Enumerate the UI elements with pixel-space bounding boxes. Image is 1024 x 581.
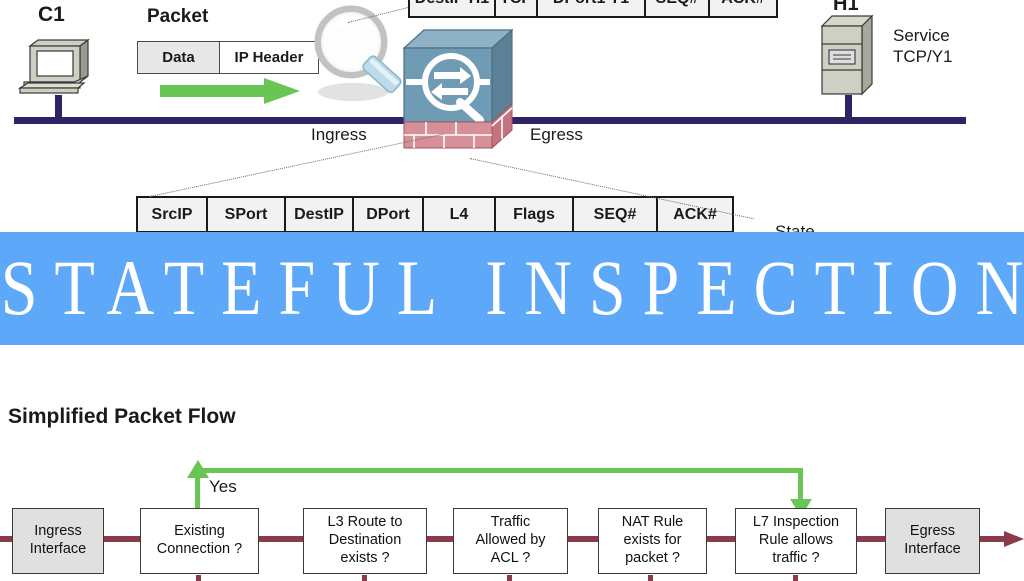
server-tower-icon <box>820 14 874 96</box>
server-trunk-stem <box>845 95 852 121</box>
flow-box-label: Ingress Interface <box>30 523 86 558</box>
flow-box-egress-interface[interactable]: Egress Interface <box>885 508 980 574</box>
client-label: C1 <box>38 3 65 26</box>
packet-header-tuple-cell-4: ACK# <box>710 0 776 16</box>
banner-title: STATEFUL INSPECTION <box>0 244 1024 331</box>
flow-box-nat-rule[interactable]: NAT Rule exists for packet ? <box>598 508 707 574</box>
flow-box-label: Egress Interface <box>904 523 960 558</box>
yes-branch-horizontal <box>195 468 803 473</box>
desktop-computer-icon <box>18 38 90 94</box>
flow-box-label-line-1: Rule allows <box>758 532 834 549</box>
packet-header-tuple: DestIP H1TCPDPort1 Y1SEQ#ACK# <box>408 0 778 18</box>
client-trunk-stem <box>55 95 62 121</box>
state-table-cell-6: SEQ# <box>574 198 658 231</box>
flow-box-label: L3 Route to Destination exists ? <box>328 514 403 567</box>
flow-box-label: NAT Rule exists for packet ? <box>622 514 684 567</box>
flow-box-label-line-0: Existing <box>174 523 225 540</box>
yes-branch-up-arrow-icon <box>187 460 209 478</box>
packet-header-tuple-cell-1: TCP <box>496 0 538 16</box>
flow-box-label-line-0: Ingress <box>34 523 82 540</box>
service-label-line1: Service <box>893 26 950 45</box>
state-table-cell-5: Flags <box>496 198 574 231</box>
flow-box-label-line-1: Destination <box>328 532 402 549</box>
flow-connector-5 <box>707 536 735 542</box>
flow-stem-l3-route <box>362 575 367 581</box>
packet-box: Data IP Header <box>137 41 319 74</box>
flow-connector-6 <box>857 536 885 542</box>
flow-stem-l7 <box>793 575 798 581</box>
packet-header-tuple-cell-2: DPort1 Y1 <box>538 0 646 16</box>
flow-box-label-line-1: Interface <box>904 541 961 557</box>
flow-box-label-line-1: Interface <box>29 541 87 557</box>
state-table-cell-1: SPort <box>208 198 286 231</box>
flow-box-label-line-0: L7 Inspection <box>752 514 840 531</box>
packet-cell-ip-header: IP Header <box>234 49 304 66</box>
state-table-cell-4: L4 <box>424 198 496 231</box>
flow-connector-2 <box>259 536 303 542</box>
state-table-cell-0: SrcIP <box>138 198 208 231</box>
flow-box-label-line-0: Egress <box>909 523 956 540</box>
flow-box-existing-connection[interactable]: Existing Connection ? <box>140 508 259 574</box>
flow-stem-acl <box>507 575 512 581</box>
flow-box-label-line-0: NAT Rule <box>621 514 684 531</box>
yes-label: Yes <box>209 477 237 496</box>
flow-box-label-line-0: L3 Route to <box>327 514 403 531</box>
section-banner: STATEFUL INSPECTION <box>0 232 1024 345</box>
flow-box-label-line-0: Traffic <box>490 514 531 531</box>
packet-header-tuple-cell-0: DestIP H1 <box>410 0 496 16</box>
packet-header-tuple-cell-3: SEQ# <box>646 0 710 16</box>
flow-box-l7-inspection[interactable]: L7 Inspection Rule allows traffic ? <box>735 508 857 574</box>
packet-title: Packet <box>147 6 209 27</box>
state-table-cell-2: DestIP <box>286 198 354 231</box>
flow-box-l3-route[interactable]: L3 Route to Destination exists ? <box>303 508 427 574</box>
green-right-arrow-icon <box>160 78 300 104</box>
flow-box-label-line-2: exists ? <box>340 549 390 566</box>
flow-title: Simplified Packet Flow <box>8 405 236 428</box>
flow-connector-inbound <box>0 536 12 542</box>
flow-connector-3 <box>427 536 453 542</box>
flow-box-acl-check[interactable]: Traffic Allowed by ACL ? <box>453 508 568 574</box>
flow-connector-4 <box>568 536 598 542</box>
service-label-line2: TCP/Y1 <box>893 47 953 66</box>
flow-box-label-line-2: ACL ? <box>490 549 531 566</box>
diagram-canvas: C1 Packet Data IP Header Ingress Egress … <box>0 0 1024 581</box>
flow-box-label: Existing Connection ? <box>157 523 242 558</box>
flow-box-label-line-1: Connection ? <box>156 541 243 557</box>
flow-box-label-line-2: traffic ? <box>772 549 820 566</box>
flow-exit-arrow-icon <box>1004 531 1024 547</box>
packet-cell-data: Data <box>138 42 220 73</box>
ingress-label: Ingress <box>311 125 367 144</box>
leader-firewall-to-state-left <box>149 133 444 197</box>
flow-box-label-line-1: Allowed by <box>475 532 546 549</box>
state-table: SrcIP SPort DestIP DPort L4 Flags SEQ# ACK# <box>136 196 734 233</box>
state-table-cell-7: ACK# <box>673 205 717 223</box>
flow-box-label: L7 Inspection Rule allows traffic ? <box>753 514 839 567</box>
flow-stem-nat <box>648 575 653 581</box>
magnifying-glass-icon <box>314 5 402 101</box>
egress-label: Egress <box>530 125 583 144</box>
flow-connector-1 <box>104 536 140 542</box>
flow-box-label: Traffic Allowed by ACL ? <box>475 514 545 567</box>
firewall-inspection-icon <box>402 28 514 150</box>
flow-stem-existing-connection <box>196 575 201 581</box>
flow-box-label-line-2: packet ? <box>625 549 680 566</box>
flow-box-ingress-interface[interactable]: Ingress Interface <box>12 508 104 574</box>
flow-box-label-line-1: exists for <box>623 532 682 549</box>
state-table-cell-3: DPort <box>354 198 424 231</box>
